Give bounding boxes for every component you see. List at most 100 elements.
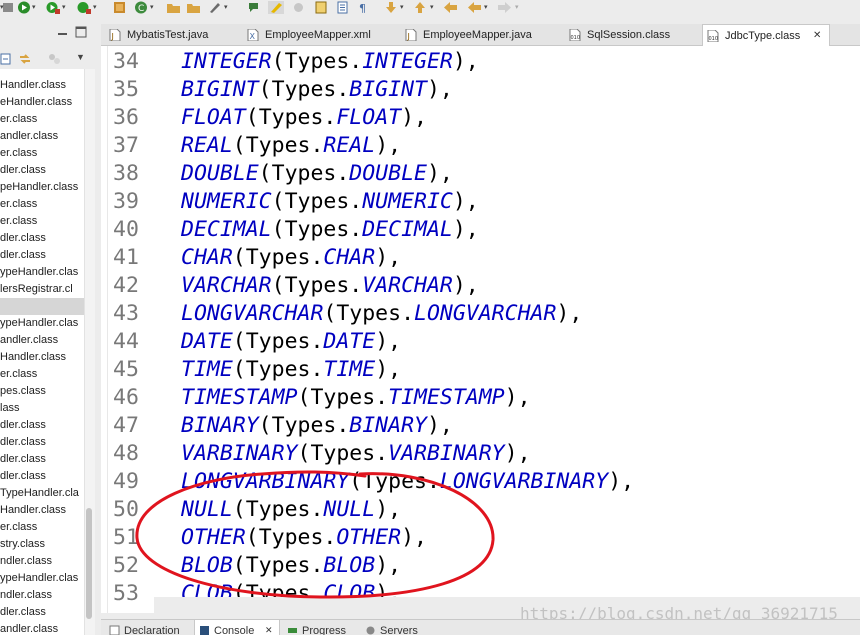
tree-item[interactable]: ypeHandler.clas [0,264,84,281]
tree-item[interactable]: dler.class [0,434,84,451]
dropdown-arrow-icon[interactable]: ▾ [430,3,434,11]
tree-item[interactable]: ypeHandler.clas [0,315,84,332]
tree-item[interactable]: dler.class [0,604,84,621]
dropdown-arrow-icon[interactable]: ▾ [400,3,404,11]
tree-item[interactable]: dler.class [0,451,84,468]
tab-jdbctype-class[interactable]: 010 JdbcType.class ✕ [702,24,830,47]
main-toolbar: ▾ ▾ ▾ ▾ C ▾ ▾ ¶ ▾ ▾ ▾ ▾ [0,0,860,16]
maximize-icon[interactable] [75,26,87,38]
toggle-mark-icon[interactable] [292,1,305,14]
tree-item[interactable] [0,298,84,315]
collapse-all-icon[interactable] [0,53,11,65]
open-type-icon[interactable] [166,1,181,14]
types-field: BINARY [349,413,427,438]
tree-item[interactable]: stry.class [0,536,84,553]
tree-item[interactable]: TypeHandler.cla [0,485,84,502]
code-text: NULL(Types.NULL), [181,496,401,524]
tree-item[interactable]: dler.class [0,417,84,434]
last-edit-location-icon[interactable] [443,1,458,14]
tab-progress[interactable]: Progress [287,620,359,635]
tab-employeemapper-java[interactable]: J EmployeeMapper.java [401,24,559,46]
dropdown-arrow-icon[interactable]: ▾ [224,3,228,11]
tree-item[interactable]: andler.class [0,332,84,349]
run-debug-icon[interactable] [17,1,31,14]
tab-console[interactable]: Console ✕ [194,620,280,635]
next-annotation-icon[interactable] [247,1,260,14]
tab-servers[interactable]: Servers [365,620,435,635]
package-explorer-scroll-thumb[interactable] [86,508,92,619]
types-field: NUMERIC [362,189,453,214]
show-source-icon[interactable] [314,1,328,14]
tab-declaration[interactable]: Declaration [109,620,193,635]
new-class-icon[interactable]: C [134,1,148,14]
enum-constant: TIME [181,357,233,382]
minimize-icon[interactable] [57,28,68,39]
line-number: 49 [113,469,139,494]
line-number: 43 [113,301,139,326]
search-tool-icon[interactable] [208,1,222,14]
code-text: TIME(Types.TIME), [181,356,401,384]
open-paren: ( [232,245,246,270]
forward-icon[interactable] [497,1,512,14]
code-editor[interactable]: 34 INTEGER(Types.INTEGER), 35 BIGINT(Types.… [101,46,860,613]
tree-item[interactable]: andler.class [0,128,84,145]
enum-constant: NUMERIC [181,189,272,214]
view-menu-icon[interactable]: ▼ [76,52,85,62]
new-package-icon[interactable] [113,1,126,14]
back-icon[interactable] [467,1,482,14]
tree-item[interactable]: dler.class [0,230,84,247]
tree-item[interactable]: er.class [0,213,84,230]
dropdown-arrow-icon[interactable]: ▾ [62,3,66,11]
dropdown-arrow-icon[interactable]: ▾ [150,3,154,11]
tree-item[interactable]: eHandler.class [0,94,84,111]
tree-item[interactable]: er.class [0,366,84,383]
tree-item[interactable]: dler.class [0,468,84,485]
tree-item[interactable]: dler.class [0,247,84,264]
tree-item[interactable]: dler.class [0,162,84,179]
open-paren: ( [297,385,311,410]
next-edit-icon[interactable] [384,1,398,14]
dropdown-arrow-icon[interactable]: ▾ [32,3,36,11]
code-line: 41 CHAR(Types.CHAR), [101,244,860,272]
tab-employeemapper-xml[interactable]: X EmployeeMapper.xml [243,24,395,46]
svg-text:¶: ¶ [359,2,366,14]
tree-item[interactable]: Handler.class [0,502,84,519]
previous-edit-icon[interactable] [413,1,427,14]
dropdown-arrow-icon[interactable]: ▾ [515,3,519,11]
highlight-marker-icon[interactable] [268,1,284,14]
close-tab-icon[interactable]: ✕ [813,25,821,47]
tree-item[interactable]: er.class [0,111,84,128]
external-tools-icon[interactable] [77,1,91,14]
block-selection-icon[interactable] [336,1,349,14]
tree-item[interactable]: andler.class [0,621,84,635]
show-whitespace-icon[interactable]: ¶ [357,1,370,14]
types-prefix: Types. [310,385,389,410]
tree-item[interactable]: pes.class [0,383,84,400]
tree-item[interactable]: er.class [0,196,84,213]
tree-item[interactable]: Handler.class [0,349,84,366]
line-suffix: ), [452,217,479,242]
tree-item[interactable]: er.class [0,145,84,162]
tree-item[interactable]: ypeHandler.clas [0,570,84,587]
tab-sqlsession-class[interactable]: 010 SqlSession.class [565,24,699,46]
tree-item[interactable]: ndler.class [0,587,84,604]
tab-mybatistest-java[interactable]: J MybatisTest.java [105,24,237,46]
filter-icon[interactable] [48,53,61,65]
link-with-editor-icon[interactable] [18,52,32,66]
tree-item[interactable]: lass [0,400,84,417]
tree-item[interactable]: ndler.class [0,553,84,570]
code-line: 52 BLOB(Types.BLOB), [101,552,860,580]
tree-item[interactable]: peHandler.class [0,179,84,196]
dropdown-arrow-icon[interactable]: ▾ [0,3,4,11]
close-tab-icon[interactable]: ✕ [265,620,273,635]
package-explorer-tree: Handler.class eHandler.class er.class andle… [0,69,84,635]
tree-item[interactable]: er.class [0,519,84,536]
open-paren: ( [258,413,272,438]
line-suffix: ), [452,273,479,298]
tree-item[interactable]: Handler.class [0,77,84,94]
dropdown-arrow-icon[interactable]: ▾ [484,3,488,11]
tree-item[interactable]: lersRegistrar.cl [0,281,84,298]
dropdown-arrow-icon[interactable]: ▾ [93,3,97,11]
open-folder-icon[interactable] [186,1,201,14]
run-icon[interactable] [46,1,60,14]
